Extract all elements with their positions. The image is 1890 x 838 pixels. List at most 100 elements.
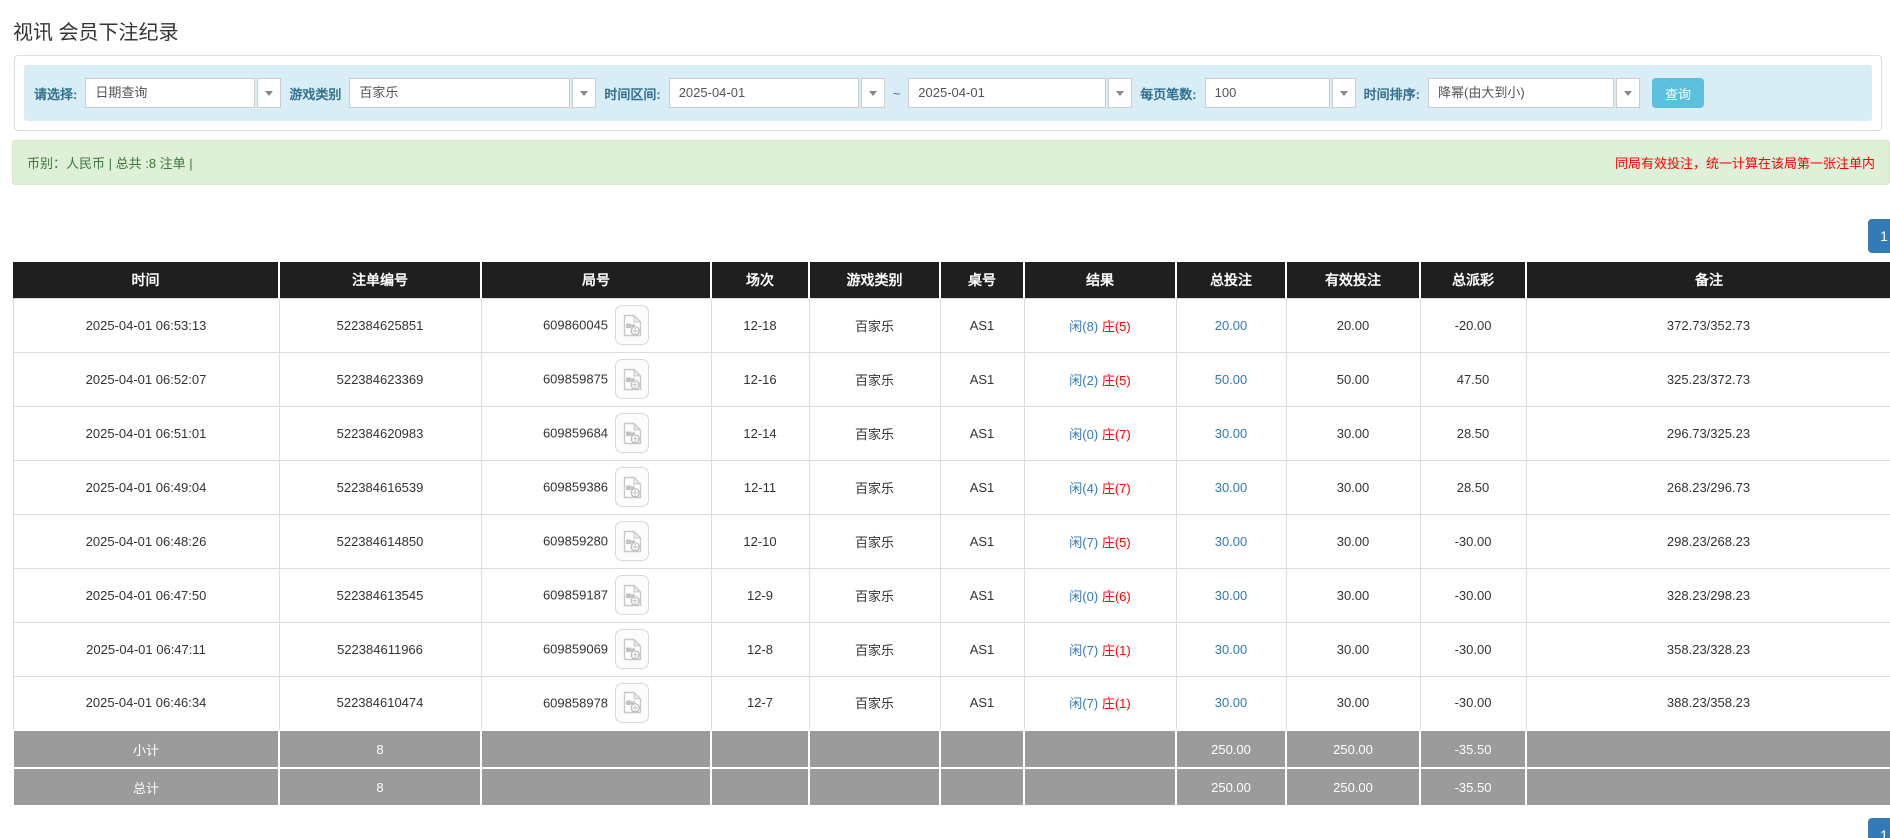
game-type: 百家乐 bbox=[808, 405, 941, 461]
chevron-down-icon[interactable] bbox=[572, 78, 597, 108]
game-type-label: 游戏类别 bbox=[289, 86, 342, 102]
total-bet-cell: 20.00 bbox=[1175, 297, 1287, 353]
total-bet-link[interactable]: 30.00 bbox=[1215, 426, 1248, 441]
game-type: 百家乐 bbox=[808, 621, 941, 677]
table-number: AS1 bbox=[939, 351, 1025, 407]
summary-bar: 币别：人民币 | 总共 :8 注单 | 同局有效投注，统一计算在该局第一张注单内 bbox=[12, 140, 1890, 185]
filter-panel: 请选择: 日期查询 游戏类别 百家乐 时间区间: 2025-04-01 ~ 20… bbox=[14, 55, 1882, 131]
table-number: AS1 bbox=[939, 513, 1025, 569]
result-banker: 庄(1) bbox=[1101, 696, 1131, 712]
result-player: 闲(0) bbox=[1069, 588, 1099, 604]
total-total-bet: 250.00 bbox=[1175, 767, 1287, 807]
page-size-value[interactable]: 100 bbox=[1204, 78, 1330, 108]
bet-id: 522384625851 bbox=[278, 297, 482, 353]
payout: 28.50 bbox=[1419, 459, 1527, 515]
bet-records-table: 时间 注单编号 局号 场次 游戏类别 桌号 结果 总投注 有效投注 总派彩 备注 2025-04-0… bbox=[12, 262, 1890, 807]
pagination-page-1-bottom[interactable]: 1 bbox=[1868, 818, 1890, 838]
column-header: 有效投注 bbox=[1285, 262, 1420, 298]
round-cell: 609859280 bbox=[480, 513, 712, 569]
round-cell: 609858978 bbox=[480, 675, 712, 731]
search-button[interactable]: 查询 bbox=[1651, 78, 1704, 108]
page-size-select[interactable]: 100 bbox=[1204, 78, 1356, 108]
table-header-row: 时间 注单编号 局号 场次 游戏类别 桌号 结果 总投注 有效投注 总派彩 备注 bbox=[13, 262, 1890, 298]
remark: 388.23/358.23 bbox=[1525, 675, 1890, 731]
bet-id: 522384623369 bbox=[278, 351, 482, 407]
bet-time: 2025-04-01 06:52:07 bbox=[12, 351, 280, 407]
table-row: 2025-04-01 06:53:13 522384625851 6098600… bbox=[12, 297, 1890, 353]
round-cell: 609859386 bbox=[480, 459, 712, 515]
chevron-down-icon[interactable] bbox=[1108, 78, 1133, 108]
round-number: 609859875 bbox=[542, 371, 609, 387]
range-tilde: ~ bbox=[892, 85, 901, 101]
sort-order-select[interactable]: 降幂(由大到小) bbox=[1427, 78, 1640, 108]
payout: -30.00 bbox=[1419, 567, 1527, 623]
total-bet-cell: 50.00 bbox=[1175, 351, 1287, 407]
total-bet-link[interactable]: 30.00 bbox=[1215, 642, 1248, 657]
round-number: 609859386 bbox=[542, 479, 609, 495]
result-player: 闲(0) bbox=[1069, 426, 1099, 442]
result-banker: 庄(5) bbox=[1101, 372, 1131, 388]
remark: 372.73/352.73 bbox=[1525, 297, 1890, 353]
date-to-select[interactable]: 2025-04-01 bbox=[908, 78, 1133, 108]
table-row: 2025-04-01 06:47:11 522384611966 6098590… bbox=[12, 621, 1890, 677]
total-bet-link[interactable]: 20.00 bbox=[1215, 318, 1248, 333]
date-from-value[interactable]: 2025-04-01 bbox=[668, 78, 859, 108]
session-number: 12-18 bbox=[710, 297, 810, 353]
query-type-value[interactable]: 日期查询 bbox=[85, 78, 256, 108]
round-cell: 609859069 bbox=[480, 621, 712, 677]
session-number: 12-10 bbox=[710, 513, 810, 569]
payout: -20.00 bbox=[1419, 297, 1527, 353]
bet-id: 522384620983 bbox=[278, 405, 482, 461]
payout: -30.00 bbox=[1419, 513, 1527, 569]
bet-time: 2025-04-01 06:47:50 bbox=[12, 567, 280, 623]
video-record-icon[interactable] bbox=[615, 467, 650, 507]
total-row: 总计 8 250.00 250.00 -35.50 bbox=[12, 767, 1890, 807]
valid-bet: 30.00 bbox=[1285, 621, 1421, 677]
video-record-icon[interactable] bbox=[615, 521, 650, 561]
game-type: 百家乐 bbox=[808, 567, 941, 623]
total-bet-link[interactable]: 30.00 bbox=[1215, 588, 1248, 603]
column-header: 时间 bbox=[13, 262, 279, 298]
chevron-down-icon[interactable] bbox=[860, 78, 885, 108]
chevron-down-icon[interactable] bbox=[1331, 78, 1356, 108]
column-header: 备注 bbox=[1525, 262, 1890, 298]
remark: 268.23/296.73 bbox=[1525, 459, 1890, 515]
remark: 296.73/325.23 bbox=[1525, 405, 1890, 461]
pagination-page-1-top[interactable]: 1 bbox=[1868, 219, 1890, 253]
game-type-value[interactable]: 百家乐 bbox=[349, 78, 571, 108]
valid-bet: 30.00 bbox=[1285, 405, 1421, 461]
total-bet-link[interactable]: 30.00 bbox=[1215, 534, 1248, 549]
bet-id: 522384611966 bbox=[278, 621, 482, 677]
payout: -30.00 bbox=[1419, 621, 1527, 677]
game-type-select[interactable]: 百家乐 bbox=[349, 78, 597, 108]
total-bet-link[interactable]: 50.00 bbox=[1215, 372, 1248, 387]
query-type-select[interactable]: 日期查询 bbox=[85, 78, 282, 108]
result-cell: 闲(2) 庄(5) bbox=[1023, 351, 1177, 407]
total-bet-link[interactable]: 30.00 bbox=[1215, 480, 1248, 495]
payout: -30.00 bbox=[1419, 675, 1527, 731]
round-cell: 609859187 bbox=[480, 567, 712, 623]
video-record-icon[interactable] bbox=[615, 682, 650, 723]
video-record-icon[interactable] bbox=[615, 413, 650, 453]
session-number: 12-11 bbox=[710, 459, 810, 515]
result-cell: 闲(7) 庄(1) bbox=[1023, 621, 1177, 677]
video-record-icon[interactable] bbox=[615, 575, 650, 615]
session-number: 12-7 bbox=[710, 675, 810, 731]
result-banker: 庄(5) bbox=[1101, 534, 1131, 550]
chevron-down-icon[interactable] bbox=[257, 78, 282, 108]
sort-order-value[interactable]: 降幂(由大到小) bbox=[1427, 78, 1614, 108]
total-bet-link[interactable]: 30.00 bbox=[1215, 695, 1248, 710]
bet-time: 2025-04-01 06:49:04 bbox=[12, 459, 280, 515]
video-record-icon[interactable] bbox=[615, 359, 650, 399]
total-bet-cell: 30.00 bbox=[1175, 621, 1287, 677]
video-record-icon[interactable] bbox=[615, 305, 650, 345]
total-bet-cell: 30.00 bbox=[1175, 513, 1287, 569]
currency-summary-text: 币别：人民币 | 总共 :8 注单 | bbox=[27, 156, 193, 171]
session-number: 12-8 bbox=[710, 621, 810, 677]
result-cell: 闲(4) 庄(7) bbox=[1023, 459, 1177, 515]
date-to-value[interactable]: 2025-04-01 bbox=[908, 78, 1107, 108]
video-record-icon[interactable] bbox=[615, 629, 650, 669]
chevron-down-icon[interactable] bbox=[1615, 78, 1640, 108]
table-row: 2025-04-01 06:52:07 522384623369 6098598… bbox=[12, 351, 1890, 407]
date-from-select[interactable]: 2025-04-01 bbox=[668, 78, 885, 108]
